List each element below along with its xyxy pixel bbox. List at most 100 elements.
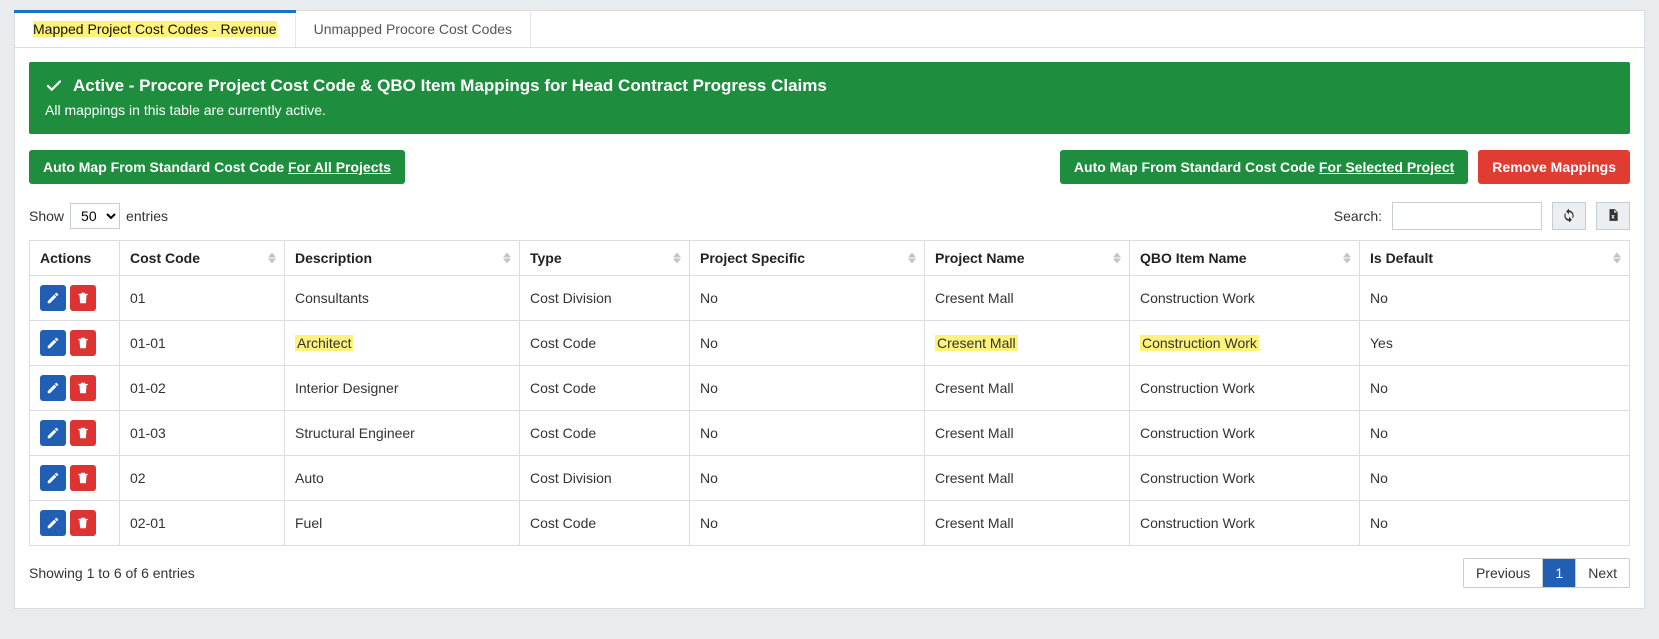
tab-unmapped-cost-codes[interactable]: Unmapped Procore Cost Codes: [296, 11, 531, 47]
cell-cost-code: 01-02: [120, 366, 285, 411]
cell-description: Interior Designer: [285, 366, 520, 411]
trash-icon: [76, 471, 90, 485]
sort-icon: [1343, 253, 1351, 264]
status-banner: Active - Procore Project Cost Code & QBO…: [29, 62, 1630, 134]
cell-project-specific: No: [690, 501, 925, 546]
cell-project-name: Cresent Mall: [925, 366, 1130, 411]
edit-button[interactable]: [40, 330, 66, 356]
edit-button[interactable]: [40, 285, 66, 311]
pencil-icon: [46, 381, 60, 395]
cell-is-default: Yes: [1360, 321, 1630, 366]
cell-is-default: No: [1360, 366, 1630, 411]
edit-button[interactable]: [40, 420, 66, 446]
cell-is-default: No: [1360, 276, 1630, 321]
remove-mappings-button[interactable]: Remove Mappings: [1478, 150, 1630, 184]
cell-type: Cost Code: [520, 411, 690, 456]
delete-button[interactable]: [70, 375, 96, 401]
cell-project-name: Cresent Mall: [925, 276, 1130, 321]
cell-type: Cost Code: [520, 501, 690, 546]
cell-description: Auto: [285, 456, 520, 501]
table-row: 01-02Interior DesignerCost CodeNoCresent…: [30, 366, 1630, 411]
delete-button[interactable]: [70, 285, 96, 311]
cell-project-name: Cresent Mall: [925, 456, 1130, 501]
edit-button[interactable]: [40, 465, 66, 491]
delete-button[interactable]: [70, 510, 96, 536]
tab-panel: Active - Procore Project Cost Code & QBO…: [14, 48, 1645, 609]
cell-is-default: No: [1360, 456, 1630, 501]
pencil-icon: [46, 291, 60, 305]
table-row: 01-01ArchitectCost CodeNoCresent MallCon…: [30, 321, 1630, 366]
col-cost-code[interactable]: Cost Code: [120, 241, 285, 276]
status-subtitle: All mappings in this table are currently…: [45, 102, 1614, 118]
cell-project-specific: No: [690, 456, 925, 501]
cell-type: Cost Code: [520, 321, 690, 366]
col-project-specific[interactable]: Project Specific: [690, 241, 925, 276]
pager-prev[interactable]: Previous: [1464, 559, 1542, 587]
auto-map-selected-button[interactable]: Auto Map From Standard Cost Code For Sel…: [1060, 150, 1468, 184]
col-description[interactable]: Description: [285, 241, 520, 276]
cell-qbo-item: Construction Work: [1130, 501, 1360, 546]
cell-project-specific: No: [690, 276, 925, 321]
pager: Previous 1 Next: [1463, 558, 1630, 588]
mappings-table: Actions Cost Code Description Type Proje…: [29, 240, 1630, 546]
delete-button[interactable]: [70, 420, 96, 446]
col-actions: Actions: [30, 241, 120, 276]
cell-qbo-item: Construction Work: [1130, 321, 1360, 366]
table-header-row: Actions Cost Code Description Type Proje…: [30, 241, 1630, 276]
sort-icon: [673, 253, 681, 264]
check-icon: [45, 77, 63, 95]
page-length-select[interactable]: 50: [70, 203, 120, 229]
table-row: 01ConsultantsCost DivisionNoCresent Mall…: [30, 276, 1630, 321]
pencil-icon: [46, 336, 60, 350]
table-row: 01-03Structural EngineerCost CodeNoCrese…: [30, 411, 1630, 456]
table-footer: Showing 1 to 6 of 6 entries Previous 1 N…: [29, 558, 1630, 588]
cell-project-specific: No: [690, 411, 925, 456]
sort-icon: [1113, 253, 1121, 264]
edit-button[interactable]: [40, 510, 66, 536]
table-row: 02-01FuelCost CodeNoCresent MallConstruc…: [30, 501, 1630, 546]
col-qbo-item[interactable]: QBO Item Name: [1130, 241, 1360, 276]
col-is-default[interactable]: Is Default: [1360, 241, 1630, 276]
sort-icon: [1613, 253, 1621, 264]
cell-cost-code: 02: [120, 456, 285, 501]
col-project-name[interactable]: Project Name: [925, 241, 1130, 276]
refresh-button[interactable]: [1552, 202, 1586, 230]
cell-qbo-item: Construction Work: [1130, 411, 1360, 456]
search-input[interactable]: [1392, 202, 1542, 230]
export-button[interactable]: [1596, 202, 1630, 230]
cell-type: Cost Division: [520, 276, 690, 321]
cell-description: Structural Engineer: [285, 411, 520, 456]
trash-icon: [76, 381, 90, 395]
cell-description: Fuel: [285, 501, 520, 546]
cell-type: Cost Code: [520, 366, 690, 411]
sort-icon: [268, 253, 276, 264]
trash-icon: [76, 336, 90, 350]
cell-cost-code: 01: [120, 276, 285, 321]
pencil-icon: [46, 426, 60, 440]
cell-cost-code: 01-03: [120, 411, 285, 456]
cell-qbo-item: Construction Work: [1130, 366, 1360, 411]
trash-icon: [76, 426, 90, 440]
delete-button[interactable]: [70, 465, 96, 491]
cell-is-default: No: [1360, 501, 1630, 546]
cell-qbo-item: Construction Work: [1130, 276, 1360, 321]
delete-button[interactable]: [70, 330, 96, 356]
pager-page-1[interactable]: 1: [1542, 559, 1575, 587]
cell-description: Consultants: [285, 276, 520, 321]
tab-mapped-label: Mapped Project Cost Codes - Revenue: [33, 21, 277, 37]
search-label: Search:: [1334, 208, 1382, 224]
cell-qbo-item: Construction Work: [1130, 456, 1360, 501]
cell-cost-code: 01-01: [120, 321, 285, 366]
cell-is-default: No: [1360, 411, 1630, 456]
cell-project-name: Cresent Mall: [925, 411, 1130, 456]
table-info: Showing 1 to 6 of 6 entries: [29, 565, 195, 581]
tabs-strip: Mapped Project Cost Codes - Revenue Unma…: [14, 10, 1645, 48]
sort-icon: [503, 253, 511, 264]
col-type[interactable]: Type: [520, 241, 690, 276]
edit-button[interactable]: [40, 375, 66, 401]
tab-mapped-cost-codes[interactable]: Mapped Project Cost Codes - Revenue: [15, 11, 296, 47]
pager-next[interactable]: Next: [1575, 559, 1629, 587]
cell-project-specific: No: [690, 366, 925, 411]
pencil-icon: [46, 516, 60, 530]
auto-map-all-button[interactable]: Auto Map From Standard Cost Code For All…: [29, 150, 405, 184]
